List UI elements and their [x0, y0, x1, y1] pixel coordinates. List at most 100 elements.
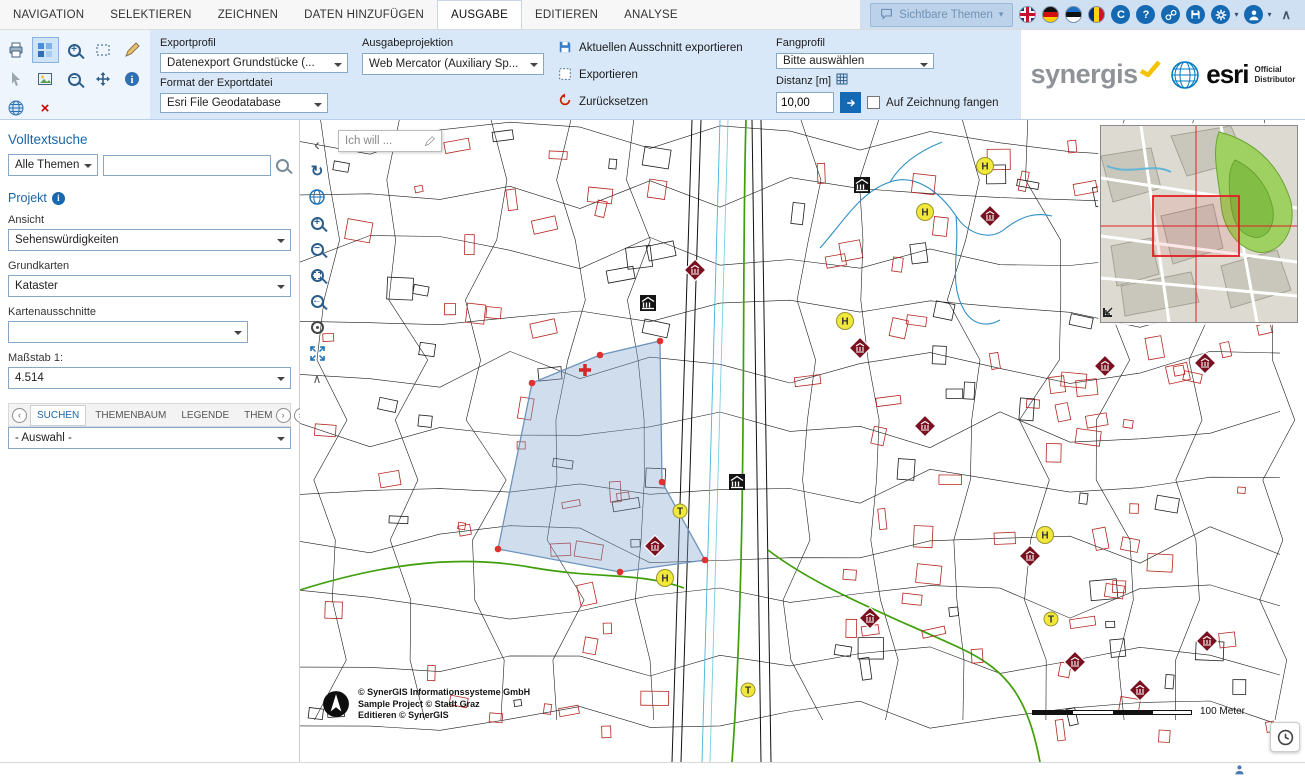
map-credits: © SynerGIS Informationssysteme GmbH Samp… [322, 687, 530, 722]
export-profile-select[interactable]: Datenexport Grundstücke (... [160, 53, 348, 73]
language-romanian-flag[interactable] [1088, 6, 1105, 23]
apply-distance-button[interactable] [840, 92, 861, 113]
ribbon: + − i × Exportprofil Datenexport Grundst… [0, 30, 1305, 120]
grid-icon[interactable] [836, 73, 848, 88]
user-icon[interactable] [1244, 5, 1263, 24]
view-select[interactable]: Sehenswürdigkeiten [8, 229, 291, 251]
snap-drawing-checkbox[interactable] [867, 96, 880, 109]
project-info-icon[interactable]: i [52, 192, 65, 205]
zoom-in-icon[interactable]: + [61, 37, 88, 63]
pointer-icon[interactable] [3, 66, 30, 92]
menu-analyse[interactable]: ANALYSE [611, 0, 691, 29]
svg-text:T: T [677, 507, 683, 518]
language-german-flag[interactable] [1042, 6, 1059, 23]
brand-logos: synergis esri Official Distributor [1020, 30, 1305, 119]
scale-select[interactable]: 4.514 [8, 367, 291, 389]
pan-icon[interactable] [90, 66, 117, 92]
export-extent-button[interactable]: Aktuellen Ausschnitt exportieren [558, 37, 762, 60]
status-bar [0, 762, 1305, 776]
pencil-icon [424, 136, 435, 147]
tab-suchen[interactable]: SUCHEN [30, 405, 86, 426]
north-arrow-icon [322, 690, 350, 718]
info-icon[interactable]: i [119, 66, 146, 92]
tab-legende[interactable]: LEGENDE [175, 406, 235, 425]
map-image-icon[interactable] [32, 66, 59, 92]
menu-daten-hinzufuegen[interactable]: DATEN HINZUFÜGEN [291, 0, 437, 29]
tabs-scroll-left-icon[interactable]: ‹ [12, 408, 27, 423]
fulltext-search-title: Volltextsuche [8, 132, 291, 147]
help-icon[interactable]: ? [1136, 5, 1155, 24]
esri-globe-icon [1170, 60, 1200, 90]
iwill-label: Ich will ... [345, 135, 392, 147]
tab-themenbaum[interactable]: THEMENBAUM [89, 406, 172, 425]
export-selection-icon [558, 67, 572, 84]
language-estonian-flag[interactable] [1065, 6, 1082, 23]
menu-ausgabe[interactable]: AUSGABE [437, 0, 522, 29]
close-tool-icon[interactable]: × [32, 95, 59, 121]
extents-select[interactable] [8, 321, 248, 343]
print-icon[interactable] [3, 37, 30, 63]
export-format-select[interactable]: Esri File Geodatabase [160, 93, 328, 113]
menu-zeichnen[interactable]: ZEICHNEN [205, 0, 291, 29]
map-previous-extent-icon[interactable]: ← [306, 290, 328, 312]
overview-map[interactable] [1100, 125, 1298, 323]
menubar: NAVIGATION SELEKTIEREN ZEICHNEN DATEN HI… [0, 0, 1305, 30]
snap-profile-select[interactable]: Bitte auswählen [776, 53, 934, 69]
scalebar-segments [1032, 710, 1192, 715]
distance-input[interactable] [776, 92, 834, 113]
svg-text:H: H [661, 574, 668, 585]
map-zoom-in-icon[interactable]: + [306, 212, 328, 234]
fulltext-search-input[interactable] [103, 155, 271, 176]
reset-button[interactable]: Zurücksetzen [558, 90, 762, 113]
history-clock-button[interactable] [1270, 722, 1300, 752]
scalebar: 100 Meter [1032, 706, 1245, 715]
map-tiles-icon[interactable] [32, 37, 59, 63]
contrast-icon[interactable]: C [1111, 5, 1130, 24]
scalebar-label: 100 Meter [1200, 706, 1245, 717]
menu-editieren[interactable]: EDITIEREN [522, 0, 611, 29]
snap-profile-label: Fangprofil [776, 37, 1014, 49]
status-user-icon[interactable] [1234, 764, 1245, 776]
globe-icon[interactable] [3, 95, 30, 121]
svg-text:H: H [921, 208, 928, 219]
save-icon[interactable] [1186, 5, 1205, 24]
select-rectangle-icon[interactable] [90, 37, 117, 63]
refresh-icon[interactable]: ↻ [306, 160, 328, 182]
basemap-label: Grundkarten [8, 260, 291, 272]
visible-themes-button[interactable]: Sichtbare Themen ▾ [870, 3, 1013, 27]
overview-map-canvas [1101, 126, 1297, 322]
svg-text:H: H [981, 162, 988, 173]
sidebar-collapse-icon[interactable]: ‹ [306, 134, 328, 156]
theme-filter-select[interactable]: Alle Themen [8, 154, 98, 176]
measure-pencil-icon[interactable] [119, 37, 146, 63]
tabs-scroll-right-icon[interactable]: › [276, 408, 291, 423]
snap-drawing-label: Auf Zeichnung fangen [886, 97, 999, 109]
overview-collapse-icon[interactable] [1103, 305, 1115, 320]
tab-themen-truncated[interactable]: THEM [238, 406, 272, 425]
basemap-select[interactable]: Kataster [8, 275, 291, 297]
search-selection-select[interactable]: - Auswahl - [8, 427, 291, 449]
menu-selektieren[interactable]: SELEKTIEREN [97, 0, 204, 29]
map-toolbar: ‹ ↻ + − ← ∧ [306, 134, 328, 390]
toolbar-collapse-up-icon[interactable]: ∧ [306, 368, 328, 390]
project-label: Projekt [8, 191, 47, 205]
map-center-icon[interactable] [306, 316, 328, 338]
zoom-out-icon[interactable]: − [61, 66, 88, 92]
map-zoom-window-icon[interactable] [306, 264, 328, 286]
gear-icon[interactable] [1211, 5, 1230, 24]
export-button[interactable]: Exportieren [558, 64, 762, 87]
projection-select[interactable]: Web Mercator (Auxiliary Sp... [362, 53, 544, 75]
map-viewport[interactable]: HHHHHTTT ‹ ↻ + − ← ∧ Ich will ... [300, 120, 1305, 762]
credit-line-2: Sample Project © Stadt Graz [358, 699, 530, 711]
menu-navigation[interactable]: NAVIGATION [0, 0, 97, 29]
credit-line-3: Editieren © SynerGIS [358, 710, 530, 722]
ich-will-input[interactable]: Ich will ... [338, 130, 442, 152]
map-zoom-out-icon[interactable]: − [306, 238, 328, 260]
collapse-header-icon[interactable]: ∧ [1277, 7, 1295, 23]
link-icon[interactable] [1161, 5, 1180, 24]
user-caret-icon: ▾ [1267, 10, 1271, 19]
language-english-flag[interactable] [1019, 6, 1036, 23]
map-full-extent-icon[interactable] [306, 342, 328, 364]
map-globe-icon[interactable] [306, 186, 328, 208]
search-icon[interactable] [276, 159, 289, 172]
